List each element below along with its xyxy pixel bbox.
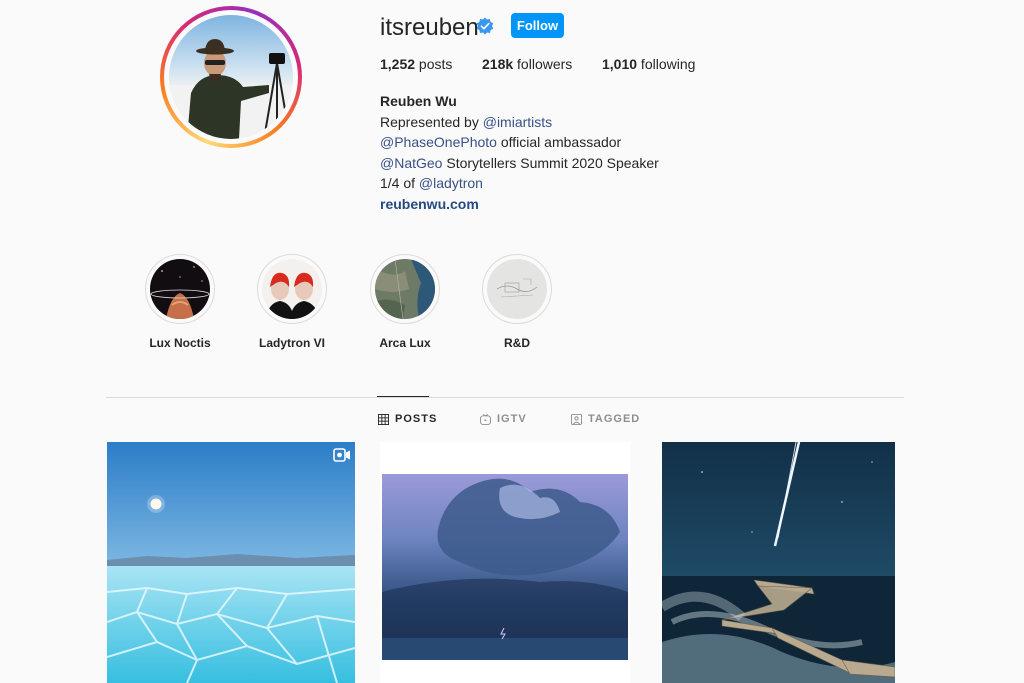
- tab-posts[interactable]: POSTS: [378, 413, 437, 425]
- post-thumbnail[interactable]: [107, 442, 355, 683]
- mention-link-imiartists[interactable]: @imiartists: [483, 114, 552, 130]
- bio-line-3: @NatGeo Storytellers Summit 2020 Speaker: [380, 154, 659, 171]
- mention-link-phaseonephoto[interactable]: @PhaseOnePhoto: [380, 134, 497, 150]
- highlight-cover-image: [150, 259, 210, 319]
- tabs-divider: [106, 397, 904, 398]
- tab-igtv[interactable]: IGTV: [480, 413, 527, 425]
- video-icon: [333, 448, 350, 462]
- posts-count: 1,252 posts: [380, 56, 453, 72]
- followers-link[interactable]: 218k followers: [482, 56, 572, 72]
- website-link[interactable]: reubenwu.com: [380, 196, 479, 212]
- bio-line-2: @PhaseOnePhoto official ambassador: [380, 134, 622, 150]
- mention-link-ladytron[interactable]: @ladytron: [419, 175, 483, 191]
- post-thumbnail[interactable]: [662, 442, 895, 683]
- profile-full-name: Reuben Wu: [380, 93, 457, 109]
- bio-line-4: 1/4 of @ladytron: [380, 175, 483, 191]
- profile-bio: Reuben Wu Represented by @imiartists @Ph…: [380, 91, 659, 214]
- tagged-icon: [571, 413, 582, 425]
- profile-username: itsreuben: [380, 14, 479, 41]
- profile-avatar-ring[interactable]: [160, 6, 302, 148]
- mention-link-natgeo[interactable]: @NatGeo: [380, 155, 442, 171]
- bio-line-1: Represented by @imiartists: [380, 113, 553, 130]
- highlight-cover-image: [262, 259, 322, 319]
- tab-tagged[interactable]: TAGGED: [571, 413, 640, 425]
- grid-icon: [378, 413, 389, 425]
- post-thumbnail[interactable]: [380, 442, 630, 683]
- verified-badge-icon: [476, 17, 494, 35]
- avatar: [169, 15, 293, 139]
- highlight-cover-image: [375, 259, 435, 319]
- follow-button[interactable]: Follow: [511, 13, 564, 38]
- highlight-cover-image: [487, 259, 547, 319]
- following-link[interactable]: 1,010 following: [602, 56, 695, 72]
- active-tab-indicator: [377, 396, 429, 397]
- igtv-icon: [480, 413, 491, 425]
